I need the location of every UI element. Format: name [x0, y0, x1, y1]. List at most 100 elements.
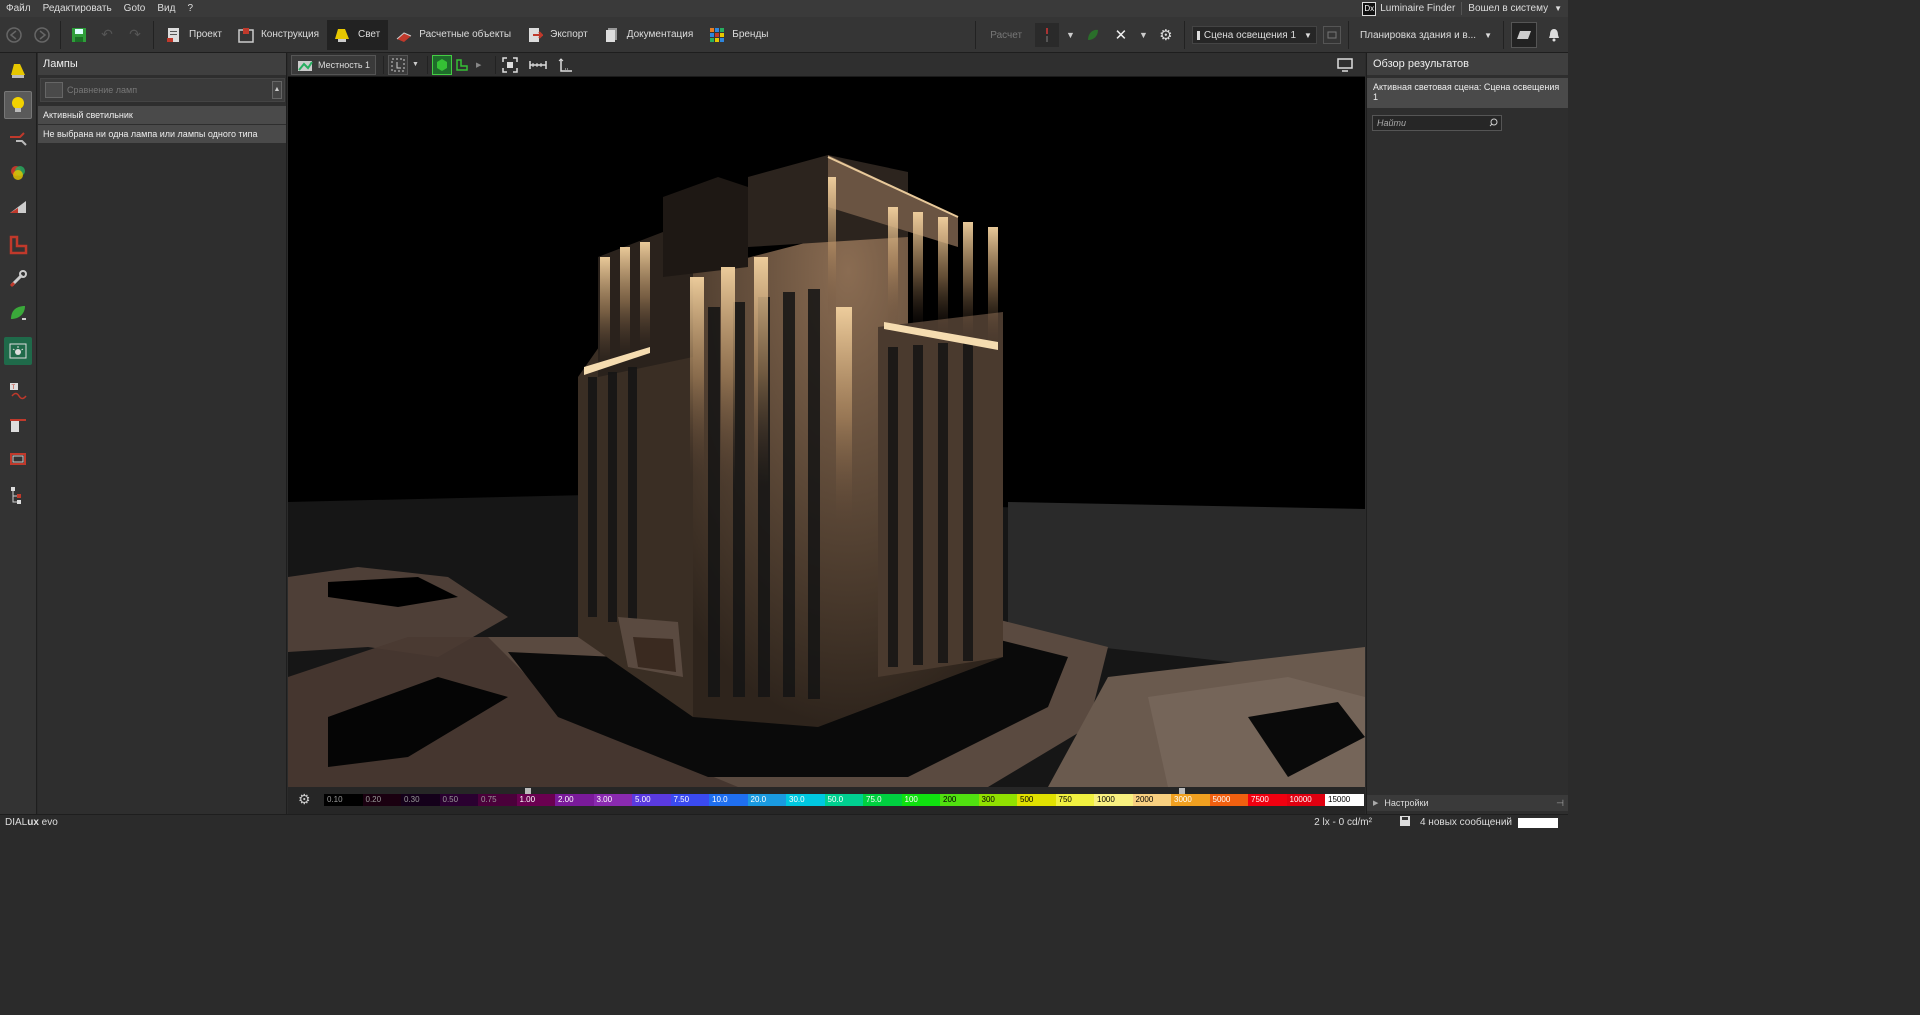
rectangle-select-icon[interactable] [4, 445, 32, 473]
scale-cell: 750 [1055, 794, 1094, 806]
tab-brands[interactable]: Бренды [701, 20, 776, 50]
tab-project[interactable]: Проект [158, 20, 230, 50]
scale-range-handle[interactable] [524, 788, 531, 794]
tab-light-label: Свет [358, 29, 381, 40]
menu-bar: Файл Редактировать Goto Вид ? Dx Luminai… [0, 0, 1568, 17]
color-light-icon[interactable] [4, 159, 32, 187]
layout-select[interactable]: Планировка здания и в... ▼ [1356, 26, 1496, 44]
calc-start-icon[interactable] [1035, 23, 1060, 47]
menu-view[interactable]: Вид [151, 3, 181, 14]
forward-icon[interactable] [31, 24, 53, 46]
search-placeholder: Найти [1377, 118, 1407, 128]
tools-icon[interactable] [4, 265, 32, 293]
no-selection-message: Не выбрана ни одна лампа или лампы одног… [38, 125, 286, 143]
lamp-compare-field[interactable]: Сравнение ламп ▲ [40, 78, 285, 102]
luminaire-finder-link[interactable]: Dx Luminaire Finder [1356, 0, 1461, 17]
floor-plan-room-icon[interactable] [4, 231, 32, 259]
scene-color-icon [1196, 30, 1200, 40]
insert-object-icon[interactable] [4, 411, 32, 439]
login-menu[interactable]: Вошел в систему ▼ [1462, 0, 1568, 17]
messages-label[interactable]: 4 новых сообщений [1420, 817, 1512, 828]
scale-cell: 1000 [1094, 794, 1133, 806]
results-title: Обзор результатов [1367, 53, 1568, 75]
hierarchy-icon[interactable] [4, 481, 32, 509]
leaf-icon[interactable] [1082, 24, 1104, 46]
menu-goto[interactable]: Goto [118, 3, 152, 14]
pin-icon[interactable]: ⊣ [1556, 798, 1564, 809]
tab-calc-objects[interactable]: Расчетные объекты [388, 20, 519, 50]
selection-mode-icon[interactable] [388, 54, 409, 75]
text-curve-icon[interactable]: T [4, 377, 32, 405]
construction-icon [238, 27, 254, 43]
scale-cell: 0.10 [324, 794, 363, 806]
calc-label: Расчет [990, 29, 1023, 41]
scale-cell: 5000 [1209, 794, 1248, 806]
results-search-input[interactable]: Найти [1372, 115, 1502, 131]
terrain-tab[interactable]: Местность 1 [291, 54, 377, 75]
dialux-window: Файл Редактировать Goto Вид ? Dx Luminai… [0, 0, 1568, 829]
scale-cell: 7500 [1248, 794, 1287, 806]
scale-cell: 300 [978, 794, 1017, 806]
panel-title: Лампы [38, 53, 286, 75]
divider [1183, 21, 1185, 49]
measure-distance-icon[interactable] [528, 55, 548, 75]
settings-section[interactable]: ▶ Настройки ⊣ [1367, 795, 1568, 811]
menu-file[interactable]: Файл [0, 3, 37, 14]
scale-cell: 0.20 [362, 794, 401, 806]
bell-icon[interactable] [1543, 24, 1565, 46]
scene-select[interactable]: Сцена освещения 1 ▼ [1191, 26, 1317, 44]
divider [1503, 21, 1504, 49]
menu-edit[interactable]: Редактировать [37, 3, 118, 14]
energy-leaf-icon[interactable] [4, 299, 32, 327]
tab-calc-objects-label: Расчетные объекты [419, 29, 512, 40]
gear-icon[interactable]: ⚙ [1155, 24, 1177, 46]
view-3d-icon[interactable] [431, 54, 452, 75]
scale-range-handle[interactable] [1179, 788, 1185, 794]
scale-cells: 0.10 0.20 0.30 0.50 0.75 1.00 2.00 3.00 5.00 7.50… [324, 794, 1364, 806]
save-status-icon [1399, 816, 1410, 829]
scale-cell: 0.75 [478, 794, 517, 806]
cancel-dropdown-icon[interactable]: ▼ [1135, 30, 1152, 40]
calc-dropdown-icon[interactable]: ▼ [1062, 30, 1079, 40]
collapse-icon[interactable]: ▲ [272, 81, 282, 99]
layout-select-value: Планировка здания и в... [1359, 29, 1477, 41]
dx-logo-icon: Dx [1362, 1, 1377, 16]
tab-documentation-label: Документация [626, 29, 694, 40]
scale-cell: 15000 [1325, 794, 1364, 806]
scene-panel-icon[interactable] [1322, 26, 1341, 44]
back-icon[interactable] [3, 24, 25, 46]
arrange-luminaires-icon[interactable] [4, 125, 32, 153]
lamp-bulb-icon[interactable] [4, 91, 32, 119]
search-icon[interactable] [1489, 117, 1498, 131]
scale-settings-gear-icon[interactable]: ⚙ [298, 791, 311, 808]
menu-help[interactable]: ? [181, 3, 199, 14]
tab-documentation[interactable]: Документация [596, 20, 702, 50]
undo-icon[interactable]: ↶ [96, 24, 118, 46]
tab-light[interactable]: Свет [327, 19, 389, 50]
3d-viewport[interactable] [288, 77, 1365, 787]
redo-icon[interactable]: ↷ [124, 24, 146, 46]
measure-height-icon[interactable] [556, 55, 576, 75]
luminaire-icon[interactable] [4, 57, 32, 85]
active-luminaire-header: Активный светильник [38, 106, 286, 124]
divider [495, 55, 497, 74]
export-icon [527, 27, 545, 43]
dimming-icon[interactable] [4, 193, 32, 221]
terrain-tab-label: Местность 1 [318, 59, 371, 70]
luminance-readout: 2 lx - 0 cd/m² [1314, 817, 1372, 828]
lamp-compare-placeholder: Сравнение ламп [67, 85, 138, 95]
chevron-right-icon[interactable]: ▶ [472, 61, 485, 69]
cancel-icon[interactable]: ✕ [1110, 24, 1132, 46]
floor-plan-icon[interactable] [1511, 22, 1537, 48]
scale-cell: 500 [1017, 794, 1056, 806]
tab-export-label: Экспорт [550, 29, 588, 40]
light-scene-icon[interactable] [4, 337, 32, 365]
save-icon[interactable] [68, 24, 90, 46]
fullscreen-icon[interactable] [1335, 55, 1355, 75]
chevron-down-icon[interactable]: ▼ [408, 61, 423, 68]
divider [383, 55, 385, 74]
zoom-extents-icon[interactable] [500, 55, 520, 75]
tab-construction[interactable]: Конструкция [230, 20, 327, 50]
view-floorplan-icon[interactable] [452, 55, 472, 75]
tab-export[interactable]: Экспорт [519, 20, 596, 50]
